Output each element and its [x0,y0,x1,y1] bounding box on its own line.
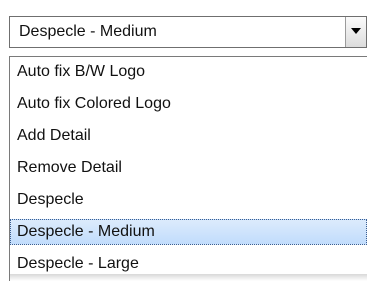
option-despecle-medium[interactable]: Despecle - Medium [10,219,367,245]
option-add-detail[interactable]: Add Detail [10,123,367,149]
dropdown-toggle-button[interactable] [345,17,366,47]
option-auto-fix-bw-logo[interactable]: Auto fix B/W Logo [10,59,367,85]
list-shadow [10,274,367,281]
option-despecle[interactable]: Despecle [10,187,367,213]
dropdown-list[interactable]: Auto fix B/W Logo Auto fix Colored Logo … [9,56,367,281]
chevron-down-icon [351,28,361,34]
preset-combobox[interactable]: Despecle - Medium [9,16,367,48]
selected-value: Despecle - Medium [19,23,157,40]
option-auto-fix-colored-logo[interactable]: Auto fix Colored Logo [10,91,367,117]
option-remove-detail[interactable]: Remove Detail [10,155,367,181]
